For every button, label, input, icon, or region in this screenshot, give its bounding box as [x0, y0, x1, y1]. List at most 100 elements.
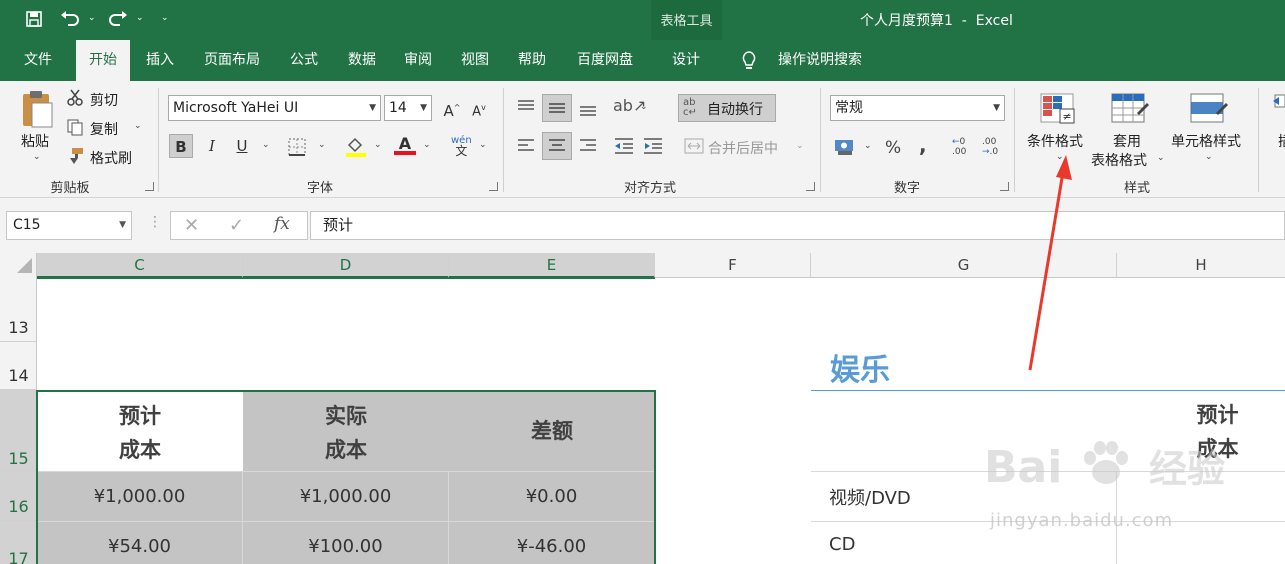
column-header-d[interactable]: D	[243, 253, 449, 278]
align-right-icon[interactable]	[578, 137, 598, 159]
clipboard-launcher-icon[interactable]	[145, 182, 154, 191]
currency-dropdown-icon[interactable]: ⌄	[864, 141, 872, 151]
cell-c15-active[interactable]: 预计 成本	[37, 391, 243, 471]
align-middle-button[interactable]	[542, 94, 572, 122]
paste-dropdown-icon[interactable]: ⌄	[33, 152, 41, 162]
merge-center-icon[interactable]	[684, 137, 704, 159]
cell-styles-icon[interactable]	[1190, 91, 1228, 131]
tab-review[interactable]: 审阅	[392, 40, 444, 81]
paste-button[interactable]: 粘贴	[21, 131, 49, 151]
align-center-button[interactable]	[542, 132, 572, 160]
cell-e15[interactable]: 差额	[449, 391, 655, 471]
insert-cells-icon[interactable]	[1271, 93, 1285, 127]
undo-icon[interactable]	[58, 6, 82, 32]
copy-dropdown-icon[interactable]: ⌄	[134, 121, 142, 131]
format-as-table-button[interactable]: 表格格式	[1091, 150, 1147, 170]
grow-font-icon[interactable]: A^	[440, 96, 464, 120]
merge-center-button[interactable]: 合并后居中	[708, 138, 778, 158]
name-box[interactable]: C15 ▼	[6, 211, 132, 240]
font-name-select[interactable]: Microsoft YaHei UI ▼	[168, 95, 381, 121]
tab-data[interactable]: 数据	[336, 40, 388, 81]
cell-e16[interactable]: ¥0.00	[449, 471, 655, 521]
save-icon[interactable]	[22, 6, 46, 32]
align-bottom-icon[interactable]	[578, 100, 598, 122]
tab-formulas[interactable]: 公式	[278, 40, 330, 81]
formula-input[interactable]: 预计	[310, 211, 1285, 240]
row-header-13[interactable]: 13	[0, 278, 37, 342]
row-header-16[interactable]: 16	[0, 471, 37, 521]
column-header-h[interactable]: H	[1117, 253, 1285, 278]
cell-styles-button[interactable]: 单元格样式	[1171, 131, 1241, 151]
cell-e17[interactable]: ¥-46.00	[449, 521, 655, 564]
tab-file[interactable]: 文件	[8, 40, 68, 81]
format-painter-button[interactable]: 格式刷	[90, 148, 132, 168]
alignment-launcher-icon[interactable]	[806, 182, 815, 191]
underline-dropdown-icon[interactable]: ⌄	[262, 140, 270, 150]
bold-button[interactable]: B	[169, 134, 193, 158]
merge-dropdown-icon[interactable]: ⌄	[796, 141, 804, 151]
redo-dropdown-icon[interactable]: ⌄	[136, 13, 144, 23]
customize-icon[interactable]: ⌄	[161, 13, 169, 23]
font-launcher-icon[interactable]	[489, 182, 498, 191]
conditional-format-icon[interactable]: ≠	[1040, 91, 1076, 131]
increase-decimal-icon[interactable]: ←0.00	[952, 137, 966, 157]
insert-function-icon[interactable]: fx	[274, 214, 290, 234]
phonetic-icon[interactable]: wén 文	[451, 136, 472, 158]
column-header-c[interactable]: C	[37, 253, 243, 278]
tab-page-layout[interactable]: 页面布局	[193, 40, 271, 81]
tab-design[interactable]: 设计	[659, 40, 713, 81]
cell-c16[interactable]: ¥1,000.00	[37, 471, 243, 521]
increase-indent-icon[interactable]	[642, 137, 664, 159]
align-left-icon[interactable]	[516, 137, 536, 159]
column-header-e[interactable]: E	[449, 253, 655, 278]
fill-color-dropdown-icon[interactable]: ⌄	[374, 140, 382, 150]
tell-me-search[interactable]: 操作说明搜索	[766, 40, 874, 81]
tab-help[interactable]: 帮助	[506, 40, 558, 81]
tab-insert[interactable]: 插入	[134, 40, 186, 81]
phonetic-dropdown-icon[interactable]: ⌄	[479, 140, 487, 150]
font-size-select[interactable]: 14 ▼	[384, 95, 432, 121]
select-all-button[interactable]	[0, 253, 37, 278]
tab-baidu-netdisk[interactable]: 百度网盘	[565, 40, 645, 81]
number-launcher-icon[interactable]	[1000, 182, 1009, 191]
row-header-14[interactable]: 14	[0, 342, 37, 390]
enter-check-icon[interactable]: ✓	[229, 215, 244, 236]
underline-button[interactable]: U	[230, 134, 254, 158]
orientation-dropdown-icon[interactable]: ⌄	[640, 102, 648, 112]
number-format-select[interactable]: 常规 ▼	[830, 95, 1005, 121]
format-as-table-icon[interactable]	[1111, 91, 1149, 131]
undo-dropdown-icon[interactable]: ⌄	[88, 13, 96, 23]
wrap-text-button[interactable]: ab c↵ 自动换行	[678, 94, 776, 122]
align-top-icon[interactable]	[516, 98, 536, 120]
cell-d16[interactable]: ¥1,000.00	[243, 471, 449, 521]
format-as-table-dropdown-icon[interactable]: ⌄	[1157, 153, 1165, 163]
conditional-format-button[interactable]: 条件格式	[1027, 131, 1083, 151]
cell-d17[interactable]: ¥100.00	[243, 521, 449, 564]
column-header-f[interactable]: F	[655, 253, 811, 278]
row-header-17[interactable]: 17	[0, 521, 37, 564]
percent-style-icon[interactable]: %	[885, 138, 901, 158]
shrink-font-icon[interactable]: Av	[467, 96, 491, 120]
cell-c17[interactable]: ¥54.00	[37, 521, 243, 564]
borders-icon[interactable]	[288, 138, 306, 160]
format-as-table-label-1[interactable]: 套用	[1113, 131, 1141, 151]
italic-button[interactable]: I	[200, 134, 224, 158]
row-header-15[interactable]: 15	[0, 390, 37, 471]
cell-styles-dropdown-icon[interactable]: ⌄	[1205, 152, 1213, 162]
comma-style-icon[interactable]: ,	[919, 133, 927, 157]
item-cd[interactable]: CD	[829, 534, 855, 555]
paste-icon[interactable]	[20, 89, 54, 133]
redo-icon[interactable]	[106, 6, 130, 32]
tab-view[interactable]: 视图	[449, 40, 501, 81]
cancel-icon[interactable]: ✕	[184, 215, 199, 236]
decrease-decimal-icon[interactable]: .00 →.0	[982, 137, 998, 157]
borders-dropdown-icon[interactable]: ⌄	[318, 140, 326, 150]
font-color-dropdown-icon[interactable]: ⌄	[423, 140, 431, 150]
copy-button[interactable]: 复制	[90, 119, 118, 139]
tab-home[interactable]: 开始	[76, 40, 130, 81]
decrease-indent-icon[interactable]	[613, 137, 635, 159]
cell-d15[interactable]: 实际 成本	[243, 391, 449, 471]
currency-format-icon[interactable]	[834, 137, 856, 161]
cut-button[interactable]: 剪切	[90, 90, 118, 110]
fill-color-icon[interactable]	[345, 136, 367, 162]
